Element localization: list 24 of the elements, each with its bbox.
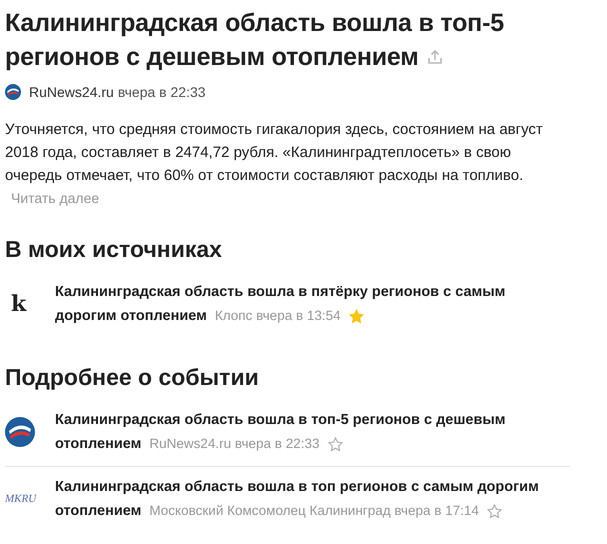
news-source: Клопс вчера в 13:54	[214, 307, 341, 325]
star-icon[interactable]	[348, 308, 364, 324]
source-logo: k	[11, 291, 26, 317]
source-logo	[5, 84, 21, 100]
section-heading: В моих источниках	[5, 235, 223, 264]
publish-time: вчера в 22:33	[118, 84, 206, 100]
news-link[interactable]: Калининградская область вошла в пятёрку регионов с самым	[55, 280, 506, 304]
news-link[interactable]: отоплением	[55, 432, 142, 456]
share-icon[interactable]	[426, 49, 443, 65]
article-text: Уточняется, что средняя стоимость гигакалория здесь, состоянием на август 2018 года, составляет в 2474,72 рубля. «Калининградтеплосеть» в свою очередь отмечает, что 60% от стоимости составляют расходы на топливо.	[5, 121, 543, 184]
star-icon[interactable]	[486, 504, 502, 518]
article-title: регионов с дешевым отоплением	[5, 42, 419, 73]
source-logo	[5, 417, 35, 447]
news-link[interactable]: Калининградская область вошла в топ регионов с самым дорогим	[55, 475, 539, 499]
article-title: Калининградская область вошла в топ-5	[5, 8, 504, 39]
news-link[interactable]: Калининградская область вошла в топ-5 регионов с дешевым	[55, 408, 506, 432]
source-logo: MKRU	[5, 493, 36, 505]
star-icon[interactable]	[328, 436, 343, 452]
news-link[interactable]: дорогим отоплением	[55, 304, 207, 328]
news-source: RuNews24.ru вчера в 22:33	[149, 435, 320, 453]
news-link[interactable]: отоплением	[55, 499, 142, 523]
source-name[interactable]: RuNews24.ru	[29, 84, 114, 100]
section-heading: Подробнее о событии	[5, 363, 260, 392]
news-source: Московский Комсомолец Калининград вчера в 17:14	[149, 502, 479, 520]
